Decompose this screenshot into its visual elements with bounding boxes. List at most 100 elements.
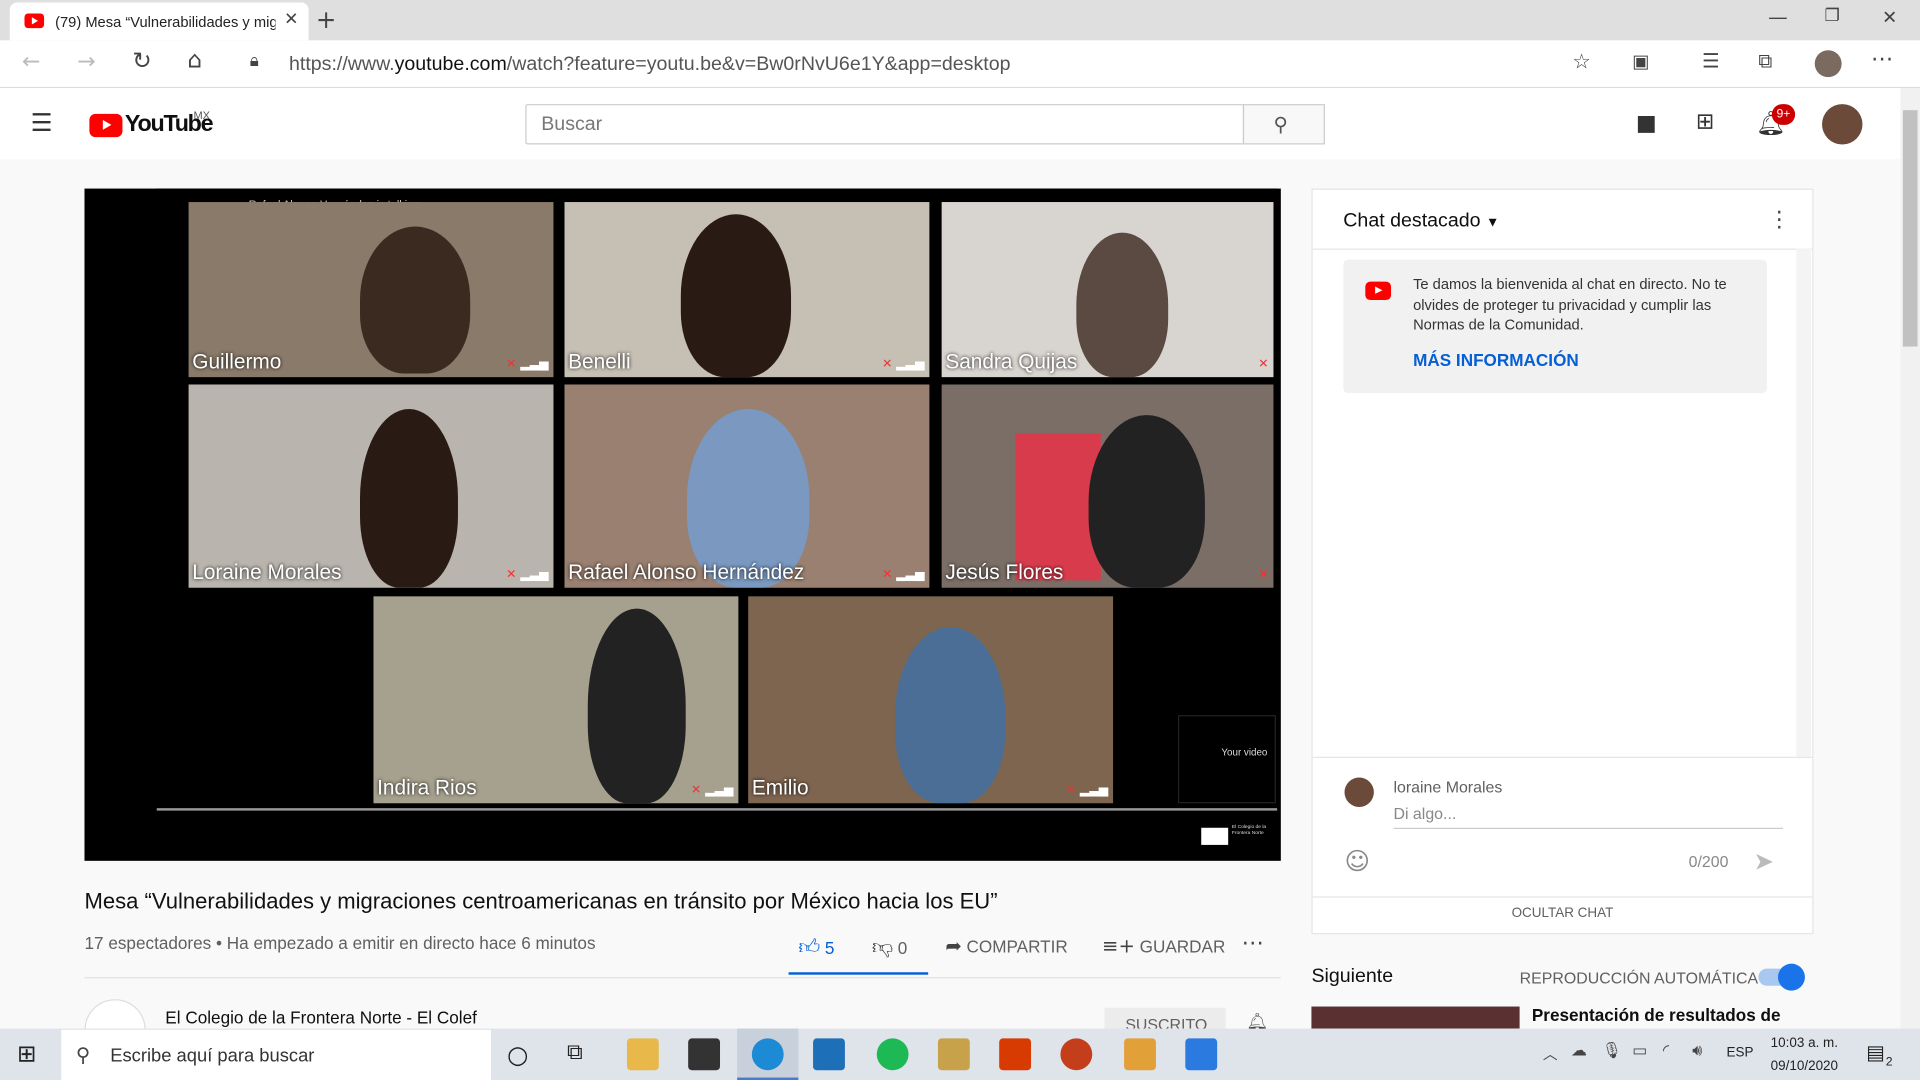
search-input[interactable]: Buscar: [525, 104, 1245, 145]
share-icon: ➦: [945, 934, 962, 958]
participant-tile: Indira Rios ✕ ▂▃▅: [373, 596, 739, 804]
home-icon[interactable]: ⌂: [187, 47, 202, 74]
favorite-star-icon[interactable]: ☆: [1572, 50, 1591, 74]
toggle-knob: [1777, 963, 1805, 991]
forward-icon[interactable]: →: [77, 49, 95, 75]
show-hidden-icons[interactable]: ︿: [1543, 1043, 1558, 1064]
autoplay-toggle[interactable]: [1758, 963, 1805, 991]
thumbs-up-icon: 👍︎: [798, 935, 821, 961]
tab-title: (79) Mesa “Vulnerabilidades y migracione…: [55, 13, 275, 31]
participant-tile: Emilio ✕ ▂▃▅: [748, 596, 1114, 804]
youtube-icon: [1365, 281, 1392, 301]
taskbar-search-placeholder: Escribe aquí para buscar: [110, 1045, 315, 1067]
dislike-button[interactable]: 👎︎ 0: [872, 934, 907, 960]
more-icon[interactable]: ⋯: [1871, 47, 1893, 73]
file-explorer-icon[interactable]: [626, 1038, 659, 1071]
emoji-icon[interactable]: ☺: [1345, 846, 1371, 875]
next-video-thumbnail[interactable]: [1311, 1006, 1520, 1029]
url-text: https://www.youtube.com/watch?feature=yo…: [288, 53, 1011, 75]
chat-username: loraine Morales: [1393, 777, 1503, 796]
divider: [1312, 756, 1813, 758]
share-button[interactable]: ➦ COMPARTIR: [945, 934, 1067, 957]
refresh-icon[interactable]: ↻: [132, 48, 151, 75]
search-icon: ⚲: [75, 1043, 91, 1067]
more-info-link[interactable]: MÁS INFORMACIÓN: [1413, 350, 1579, 370]
hide-chat-button[interactable]: OCULTAR CHAT: [1313, 906, 1813, 921]
youtube-header: ☰ YouTube MX Buscar ⚲ ■ ⊞ 🔔︎ 9+: [0, 88, 1901, 160]
powerpoint-icon[interactable]: [1060, 1038, 1093, 1071]
chat-menu-icon[interactable]: ⋮: [1768, 207, 1790, 233]
language-indicator[interactable]: ESP: [1727, 1046, 1754, 1061]
video-player[interactable]: Rafael Alonso Hernández is talking Guill…: [84, 188, 1281, 861]
divider: [1312, 248, 1813, 250]
edge-taskbar-button[interactable]: [737, 1028, 799, 1080]
profile-avatar[interactable]: [1814, 50, 1842, 78]
action-center-icon[interactable]: ▤: [1866, 1041, 1885, 1064]
microphone-icon[interactable]: 🎙︎: [1602, 1042, 1622, 1060]
office-icon[interactable]: [999, 1038, 1032, 1071]
taskbar: ⊞ ⚲ Escribe aquí para buscar ○ ⧉ ︿ ☁ 🎙︎ …: [0, 1028, 1920, 1080]
app-icon[interactable]: [1185, 1038, 1218, 1071]
user-avatar[interactable]: [1822, 104, 1863, 145]
favorites-icon[interactable]: ☰: [1702, 49, 1720, 72]
divider: [1312, 896, 1813, 898]
colef-logo-caption: El Colegio de la Frontera Norte: [1231, 822, 1267, 836]
minimize-icon[interactable]: —: [1768, 5, 1788, 28]
clock-time[interactable]: 10:03 a. m.: [1771, 1036, 1838, 1051]
chat-message-input[interactable]: Di algo...: [1393, 804, 1783, 829]
subscribed-button[interactable]: SUSCRITO: [1104, 1007, 1226, 1029]
onedrive-icon[interactable]: ☁: [1571, 1042, 1587, 1060]
back-icon[interactable]: ←: [22, 49, 40, 75]
search-button[interactable]: ⚲: [1242, 104, 1325, 145]
notification-badge: 9+: [1771, 104, 1796, 125]
create-video-icon[interactable]: ■: [1636, 110, 1657, 136]
chat-scrollbar[interactable]: [1796, 248, 1812, 757]
app-icon[interactable]: [1124, 1038, 1156, 1071]
participant-tile: Rafael Alonso Hernández ✕ ▂▃▅: [564, 384, 930, 588]
region-code: MX: [193, 108, 211, 122]
battery-icon[interactable]: ▭: [1632, 1042, 1647, 1060]
more-actions-icon[interactable]: ⋯: [1242, 931, 1264, 957]
search-icon: ⚲: [1273, 112, 1288, 136]
participant-tile: Loraine Morales ✕ ▂▃▅: [188, 384, 554, 588]
new-tab-icon[interactable]: +: [316, 5, 337, 34]
divider: [84, 977, 1281, 979]
collections-icon[interactable]: ▣: [1632, 50, 1649, 72]
close-tab-icon[interactable]: ✕: [284, 10, 298, 30]
scroll-thumb[interactable]: [1902, 110, 1918, 347]
windows-start-icon[interactable]: ⊞: [17, 1041, 36, 1068]
chat-mode-dropdown[interactable]: Chat destacado ▼: [1343, 211, 1499, 233]
dropdown-arrow-icon: ▼: [1485, 215, 1500, 231]
clock-date[interactable]: 09/10/2020: [1771, 1059, 1838, 1074]
thumbs-down-icon: 👎︎: [871, 935, 893, 961]
browser-tab[interactable]: (79) Mesa “Vulnerabilidades y migracione…: [9, 2, 309, 41]
menu-icon[interactable]: ☰: [31, 108, 53, 137]
wifi-icon[interactable]: ◜: [1663, 1042, 1669, 1060]
youtube-logo-icon[interactable]: [89, 113, 123, 138]
send-icon[interactable]: ➤: [1753, 846, 1774, 875]
store-icon[interactable]: [688, 1038, 721, 1071]
tab-bar: (79) Mesa “Vulnerabilidades y migracione…: [0, 0, 1920, 41]
channel-name[interactable]: El Colegio de la Frontera Norte - El Col…: [165, 1008, 477, 1028]
close-window-icon[interactable]: ✕: [1882, 6, 1897, 28]
apps-grid-icon[interactable]: ⊞: [1696, 109, 1714, 135]
notification-count: 2: [1885, 1055, 1893, 1069]
page-scrollbar[interactable]: [1900, 88, 1920, 1029]
lock-icon: 🔒︎: [249, 51, 259, 72]
url-field[interactable]: 🔒︎ https://www.youtube.com/watch?feature…: [235, 45, 1609, 83]
taskbar-search[interactable]: ⚲ Escribe aquí para buscar: [61, 1029, 492, 1080]
spotify-icon[interactable]: [876, 1038, 909, 1071]
cortana-icon[interactable]: ○: [507, 1040, 528, 1069]
save-button[interactable]: ≡+ GUARDAR: [1102, 934, 1225, 957]
mail-icon[interactable]: [813, 1038, 845, 1071]
next-video-title[interactable]: Presentación de resultados de: [1532, 1005, 1781, 1025]
char-counter: 0/200: [1688, 852, 1729, 871]
restore-icon[interactable]: ❐: [1825, 6, 1840, 26]
extensions-icon[interactable]: ⧉: [1758, 49, 1772, 73]
task-view-icon[interactable]: ⧉: [567, 1040, 583, 1066]
edge-icon: [751, 1038, 784, 1071]
like-button[interactable]: 👍︎ 5: [798, 934, 834, 960]
whatsapp-icon[interactable]: [937, 1038, 970, 1071]
volume-icon[interactable]: 🔊︎: [1692, 1042, 1702, 1060]
address-bar: ← → ↻ ⌂ 🔒︎ https://www.youtube.com/watch…: [0, 40, 1920, 89]
